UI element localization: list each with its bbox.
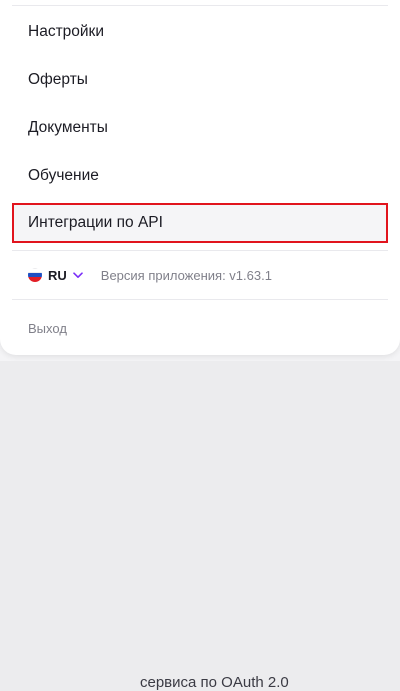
menu-item-label: Документы [28,119,108,136]
menu-item-label: Оферты [28,71,88,88]
divider [12,5,388,6]
menu-item-settings[interactable]: Настройки [12,12,388,52]
ru-flag-icon [28,268,42,282]
language-code: RU [48,267,67,283]
background-partial-text: сервиса по OAuth 2.0 [140,674,289,691]
menu-item-label: Настройки [28,23,105,40]
divider [12,299,388,300]
footer-row: RU Версия приложения: v1.63.1 [12,262,388,288]
divider [12,250,388,251]
profile-menu-panel: Настройки Оферты Документы Обучение Инте… [0,0,400,355]
menu-item-label: Обучение [28,167,99,184]
chevron-down-icon [72,271,83,279]
menu-item-offers[interactable]: Оферты [12,60,388,100]
language-selector[interactable]: RU [28,268,83,283]
menu-item-api-integrations[interactable]: Интеграции по API [12,203,388,243]
logout-label: Выход [28,320,67,336]
menu-item-learning[interactable]: Обучение [12,156,388,196]
menu-item-documents[interactable]: Документы [12,108,388,148]
menu-item-label: Интеграции по API [28,214,163,231]
logout-button[interactable]: Выход [12,316,67,340]
app-version: Версия приложения: v1.63.1 [100,267,272,283]
